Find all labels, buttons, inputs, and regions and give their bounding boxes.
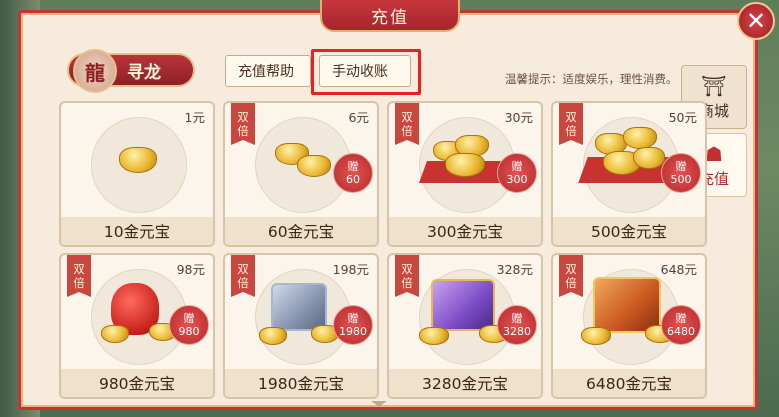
bonus-badge: 赠 980 [169, 305, 209, 345]
double-badge: 双倍 [395, 103, 419, 145]
product-name: 10金元宝 [61, 217, 213, 245]
product-name: 60金元宝 [225, 217, 377, 245]
double-badge: 双倍 [231, 255, 255, 297]
double-badge: 双倍 [395, 255, 419, 297]
product-card[interactable]: 双倍 328元 赠 3280 3280金元宝 [387, 253, 543, 399]
product-card[interactable]: 双倍 30元 赠 300 300金元宝 [387, 101, 543, 247]
close-icon[interactable]: ✕ [737, 2, 775, 40]
product-price: 1元 [184, 110, 205, 125]
product-card[interactable]: 1元 10金元宝 [59, 101, 215, 247]
dragon-emblem-icon: 龍 [73, 49, 117, 93]
gold-ingot-icon [445, 153, 485, 177]
product-card[interactable]: 双倍 50元 赠 500 500金元宝 [551, 101, 707, 247]
tab-recharge-help-label: 充值帮助 [238, 64, 294, 80]
double-badge: 双倍 [67, 255, 91, 297]
product-price: 198元 [332, 262, 369, 277]
product-name: 300金元宝 [389, 217, 541, 245]
product-price: 6元 [348, 110, 369, 125]
scroll-down-icon[interactable] [371, 401, 387, 407]
double-badge: 双倍 [559, 103, 583, 145]
gold-ingot-icon [297, 155, 331, 177]
bonus-badge: 赠 1980 [333, 305, 373, 345]
product-name: 500金元宝 [553, 217, 705, 245]
product-price: 648元 [660, 262, 697, 277]
gold-ingot-icon [581, 327, 611, 345]
product-price: 328元 [496, 262, 533, 277]
bonus-badge: 赠 500 [661, 153, 701, 193]
gold-ingot-icon [633, 147, 665, 169]
product-price: 30元 [504, 110, 533, 125]
gold-ingot-icon [623, 127, 657, 149]
silver-chest-icon [271, 283, 327, 331]
product-name: 6480金元宝 [553, 369, 705, 397]
bonus-badge: 赠 6480 [661, 305, 701, 345]
highlight-box [311, 49, 421, 95]
double-badge: 双倍 [231, 103, 255, 145]
golden-chest-icon [593, 277, 661, 333]
product-name: 3280金元宝 [389, 369, 541, 397]
gold-ingot-icon [101, 325, 129, 343]
product-card[interactable]: 双倍 6元 赠 60 60金元宝 [223, 101, 379, 247]
gold-ingot-icon [119, 147, 157, 173]
channel-badge: 龍 寻龙 [67, 49, 195, 93]
product-name: 980金元宝 [61, 369, 213, 397]
product-card[interactable]: 双倍 648元 赠 6480 6480金元宝 [551, 253, 707, 399]
tab-recharge-help[interactable]: 充值帮助 [225, 55, 311, 87]
channel-label: 寻龙 [127, 62, 161, 83]
gold-ingot-icon [419, 327, 449, 345]
purple-chest-icon [431, 279, 495, 331]
tip-text: 温馨提示：适度娱乐，理性消费。 [505, 72, 678, 86]
recharge-panel: 龍 寻龙 充值帮助 手动收账 温馨提示：适度娱乐，理性消费。 ⛩ 商城 ☗ 充值… [18, 10, 758, 410]
bonus-badge: 赠 60 [333, 153, 373, 193]
product-price: 50元 [668, 110, 697, 125]
product-grid: 1元 10金元宝 双倍 6元 赠 60 60金元宝 双倍 30元 赠 300 3… [59, 101, 711, 417]
bonus-badge: 赠 300 [497, 153, 537, 193]
gold-ingot-icon [259, 327, 287, 345]
product-card[interactable]: 双倍 198元 赠 1980 1980金元宝 [223, 253, 379, 399]
product-card[interactable]: 双倍 98元 赠 980 980金元宝 [59, 253, 215, 399]
shop-icon: ⛩ [701, 73, 727, 98]
product-price: 98元 [176, 262, 205, 277]
double-badge: 双倍 [559, 255, 583, 297]
page-title: 充值 [320, 0, 460, 32]
product-name: 1980金元宝 [225, 369, 377, 397]
bonus-badge: 赠 3280 [497, 305, 537, 345]
